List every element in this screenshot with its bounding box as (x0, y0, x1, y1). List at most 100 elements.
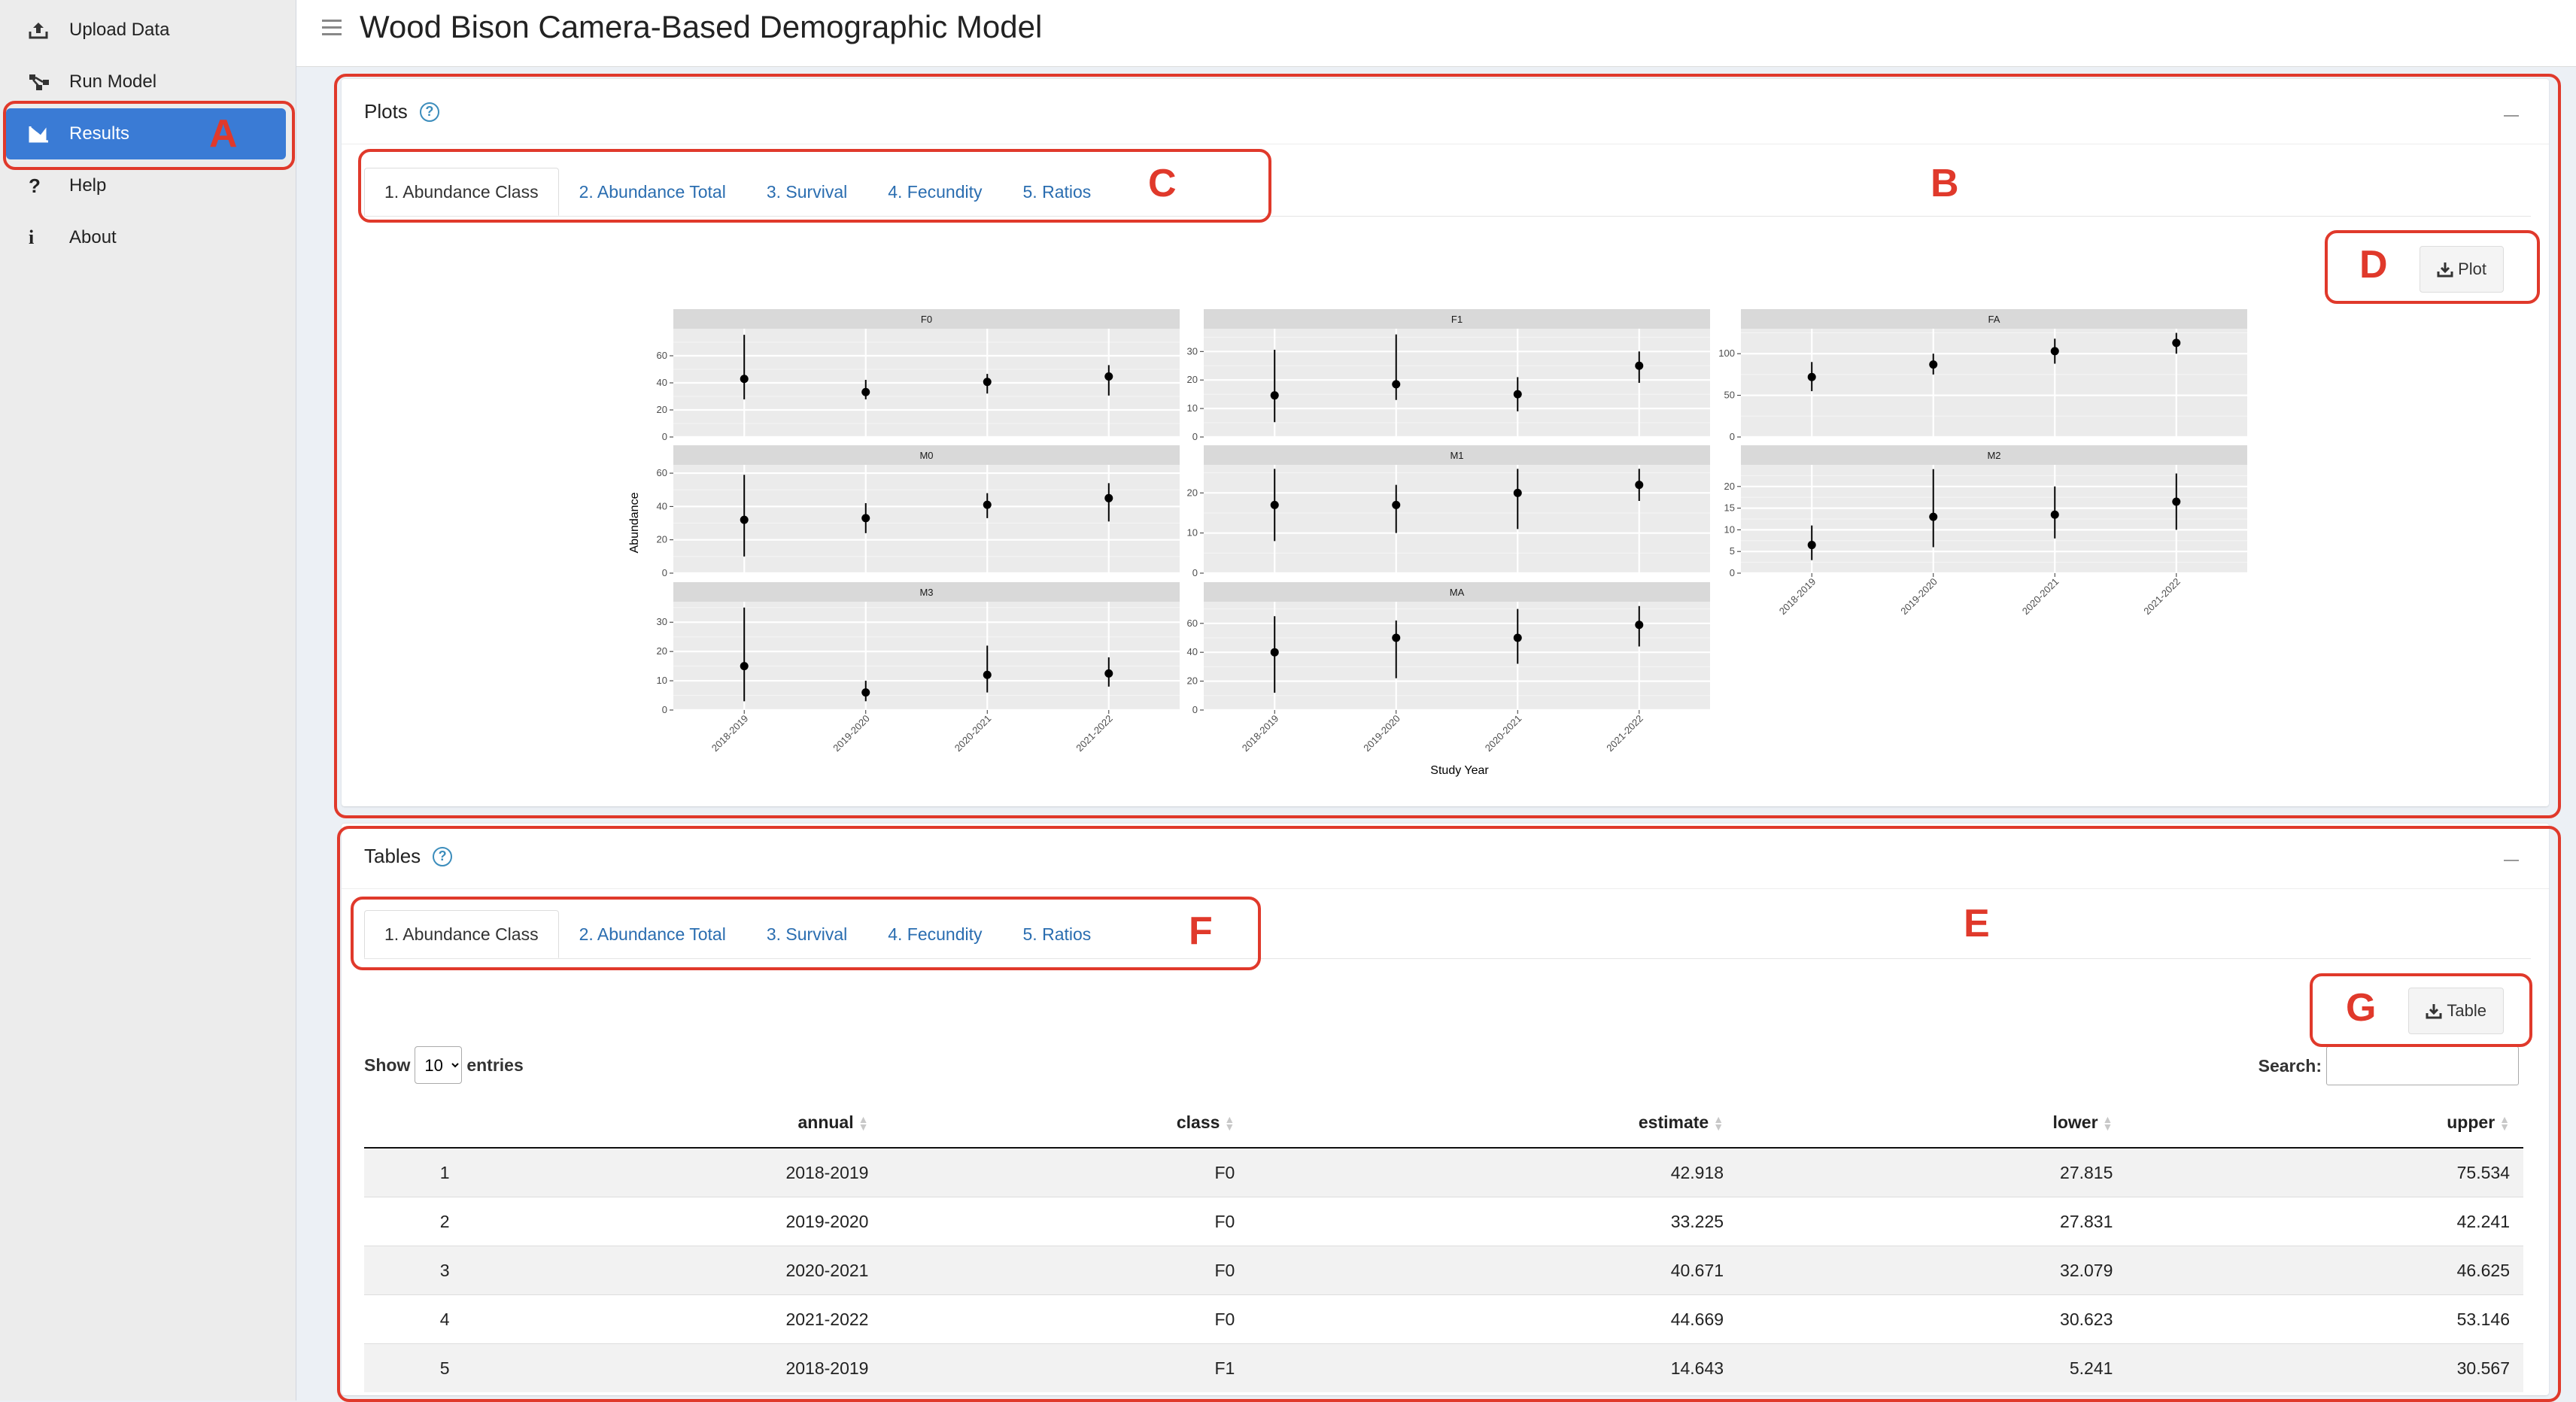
estimate-point (2050, 347, 2059, 356)
tab-abundance-total[interactable]: 2. Abundance Total (559, 168, 746, 216)
facet-strip-label: M3 (919, 587, 933, 598)
sidebar-item-about[interactable]: i About (6, 212, 286, 263)
tab-survival[interactable]: 3. Survival (746, 168, 867, 216)
table-row[interactable]: 3 2020-2021 F0 40.671 32.079 46.625 (364, 1246, 2523, 1295)
cell-lower: 32.079 (1737, 1246, 2127, 1295)
tab-abundance-total[interactable]: 2. Abundance Total (559, 910, 746, 958)
help-circle-icon[interactable]: ? (433, 846, 453, 866)
sidebar-item-results[interactable]: Results (6, 108, 286, 159)
estimate-point (861, 688, 870, 697)
y-tick-label: 20 (657, 534, 667, 545)
plots-tabs: 1. Abundance Class 2. Abundance Total 3.… (364, 168, 2531, 217)
tab-abundance-class[interactable]: 1. Abundance Class (364, 168, 559, 216)
annotation-label-f: F (1189, 909, 1213, 953)
table-row[interactable]: 5 2018-2019 F1 14.643 5.241 30.567 (364, 1343, 2523, 1392)
abundance-class-chart: F00204060F10102030FA050100M00204060M1010… (628, 309, 2247, 777)
column-header-lower[interactable]: lower ▲ ▼ (1737, 1097, 2127, 1149)
estimate-point (983, 378, 992, 387)
table-row[interactable]: 4 2021-2022 F0 44.669 30.623 53.146 (364, 1294, 2523, 1344)
y-tick-label: 20 (1187, 374, 1198, 385)
tab-ratios[interactable]: 5. Ratios (1003, 168, 1112, 216)
collapse-tables-button[interactable] (2504, 860, 2519, 861)
table-row[interactable]: 2 2019-2020 F0 33.225 27.831 42.241 (364, 1197, 2523, 1246)
y-tick-label: 20 (657, 404, 667, 415)
estimate-point (1392, 380, 1401, 389)
panel-background (673, 465, 1180, 573)
tab-survival[interactable]: 3. Survival (746, 910, 867, 958)
estimate-point (1807, 372, 1816, 381)
column-header-class[interactable]: class ▲ ▼ (882, 1097, 1249, 1149)
estimate-point (1635, 481, 1644, 490)
tab-fecundity[interactable]: 4. Fecundity (867, 910, 1002, 958)
estimate-point (983, 500, 992, 509)
estimate-point (740, 515, 749, 524)
download-table-button[interactable]: Table (2408, 988, 2504, 1034)
estimate-point (1635, 361, 1644, 370)
cell-class: F0 (882, 1294, 1249, 1344)
entries-label: entries (466, 1055, 524, 1075)
estimate-point (861, 387, 870, 396)
x-tick-label: 2019-2020 (1898, 576, 1940, 618)
y-tick-label: 60 (657, 350, 667, 361)
estimate-point (1635, 621, 1644, 630)
column-header-upper[interactable]: upper ▲ ▼ (2126, 1097, 2523, 1149)
collapse-plots-button[interactable] (2504, 115, 2519, 117)
panel-background (1204, 329, 1710, 437)
tab-ratios[interactable]: 5. Ratios (1003, 910, 1112, 958)
plots-title-text: Plots (364, 100, 408, 123)
y-axis-title: Abundance (628, 492, 641, 553)
search-input[interactable] (2326, 1046, 2519, 1085)
facet-panel-f0: F0 0 20 40 60 (657, 309, 1180, 442)
sidebar-toggle-icon[interactable] (322, 20, 342, 36)
facet-panel-m0: M0 0 20 40 60 (657, 445, 1180, 578)
x-tick-label: 2020-2021 (2020, 576, 2061, 618)
y-tick-label: 20 (657, 645, 667, 657)
sidebar: Upload Data Run Model Results ? Help i A… (0, 0, 296, 1400)
results-table: annual ▲ ▼ class ▲ ▼ estimate ▲ ▼ lower ▲ ▼ uppe… (364, 1097, 2523, 1392)
download-table-label: Table (2447, 1001, 2486, 1020)
tables-tabs: 1. Abundance Class 2. Abundance Total 3.… (364, 910, 2531, 959)
download-icon (2426, 1004, 2442, 1019)
estimate-point (1513, 633, 1522, 642)
estimate-point (1392, 500, 1401, 509)
y-tick-label: 60 (657, 467, 667, 478)
facet-strip-label: FA (1988, 314, 2000, 325)
column-header-annual[interactable]: annual ▲ ▼ (539, 1097, 882, 1149)
x-tick-label: 2021-2022 (1074, 713, 1115, 754)
page-length-select[interactable]: 10 (415, 1046, 463, 1084)
estimate-point (1929, 360, 1938, 369)
sidebar-item-run-model[interactable]: Run Model (6, 56, 286, 108)
x-tick-label: 2020-2021 (952, 713, 994, 754)
estimate-point (1270, 391, 1279, 400)
column-header-index (364, 1097, 539, 1149)
y-tick-label: 0 (1192, 704, 1198, 715)
page-title: Wood Bison Camera-Based Demographic Mode… (360, 9, 1043, 44)
table-row[interactable]: 1 2018-2019 F0 42.918 27.815 75.534 (364, 1147, 2523, 1197)
upload-icon (29, 21, 59, 39)
y-tick-label: 100 (1718, 347, 1735, 359)
annotation-label-a: A (209, 112, 238, 156)
y-tick-label: 20 (1187, 675, 1198, 687)
sidebar-item-label: Upload Data (69, 20, 170, 40)
sidebar-item-help[interactable]: ? Help (6, 160, 286, 211)
tab-abundance-class[interactable]: 1. Abundance Class (364, 910, 559, 958)
y-tick-label: 30 (657, 616, 667, 627)
annotation-label-b: B (1930, 162, 1959, 205)
x-tick-label: 2018-2019 (1777, 576, 1818, 618)
x-tick-label: 2020-2021 (1483, 713, 1524, 754)
sidebar-item-upload-data[interactable]: Upload Data (6, 5, 286, 56)
estimate-point (1392, 633, 1401, 642)
estimate-point (2050, 510, 2059, 519)
show-label: Show (364, 1055, 411, 1075)
estimate-point (2172, 497, 2181, 506)
download-plot-button[interactable]: Plot (2420, 246, 2504, 293)
tab-fecundity[interactable]: 4. Fecundity (867, 168, 1002, 216)
y-tick-label: 0 (662, 704, 667, 715)
help-circle-icon[interactable]: ? (419, 102, 439, 122)
sidebar-item-label: Run Model (69, 71, 157, 92)
column-header-estimate[interactable]: estimate ▲ ▼ (1248, 1097, 1738, 1149)
plots-box-title: Plots ? (364, 100, 439, 123)
x-tick-label: 2019-2020 (831, 713, 872, 754)
facet-panel-m1: M1 0 10 20 (1187, 445, 1710, 578)
facet-strip-label: F1 (1451, 314, 1463, 325)
